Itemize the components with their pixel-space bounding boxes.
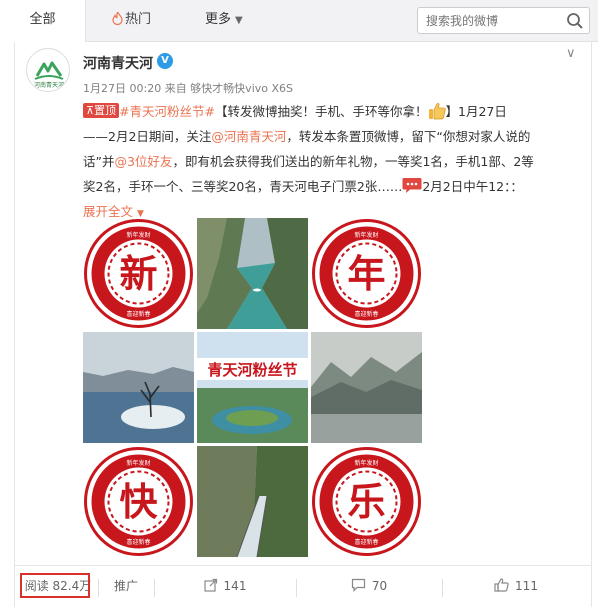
mention-link[interactable]: @河南青天河 xyxy=(211,129,286,144)
post-text-segment: ，即有机会获得我们送出的新年礼物，一等奖1名，手机1部、2等 xyxy=(172,154,534,169)
post-line-4: 奖2名，手环一个、三等奖20名，青天河电子门票2张…… 2月2日中午12：： xyxy=(83,174,583,199)
post-text-segment: ，转发本条置顶微博，留下“你想对家人说的 xyxy=(286,129,531,144)
photo-papercut-xin[interactable]: 新年发财 喜迎新春 新 xyxy=(83,218,194,329)
banner-text: 青天河粉丝节 xyxy=(207,361,297,379)
expand-label: 展开全文 xyxy=(83,204,134,219)
post-text-segment: 】1月27日 xyxy=(445,104,507,119)
papercut-bottom-text: 喜迎新春 xyxy=(354,310,378,318)
repost-button[interactable]: 141 xyxy=(154,566,296,607)
photo-grid: 新年发财 喜迎新春 新 新年发财 喜迎新春 年 青天河粉丝节 新年发财 喜迎新春… xyxy=(83,218,422,557)
papercut-character: 新 xyxy=(119,252,157,296)
papercut-top-text: 新年发财 xyxy=(354,231,378,239)
post-text: ⊼置顶 #青天河粉丝节#【转发微博抽奖！手机、手环等你拿！ 】1月27日 ——2月2… xyxy=(83,99,583,227)
post-action-bar: 阅读 82.4万 推广 141 70 111 xyxy=(14,565,592,607)
papercut-bottom-text: 喜迎新春 xyxy=(126,310,150,318)
post-line-2: ——2月2日期间，关注@河南青天河，转发本条置顶微博，留下“你想对家人说的 xyxy=(83,124,583,149)
thumbs-up-outline-icon xyxy=(494,578,509,592)
pinned-badge: ⊼置顶 xyxy=(83,103,120,118)
post-text-segment: 【转发微博抽奖！手机、手环等你拿！ xyxy=(215,104,428,119)
mention-link[interactable]: @3位好友 xyxy=(114,154,172,169)
post-text-segment: 奖2名，手环一个、三等奖20名，青天河电子门票2张…… xyxy=(83,179,403,194)
photo-canyon-river[interactable] xyxy=(197,218,308,329)
comment-count: 70 xyxy=(371,579,388,593)
repost-count: 141 xyxy=(223,579,247,593)
like-count: 111 xyxy=(515,579,538,593)
verified-icon: V xyxy=(157,53,173,69)
read-count-highlight-box xyxy=(20,573,90,598)
papercut-bottom-text: 喜迎新春 xyxy=(126,538,150,546)
comment-icon xyxy=(351,578,365,592)
papercut-character: 快 xyxy=(119,480,158,524)
tab-hot-label: 热门 xyxy=(125,12,152,27)
post-menu-chevron-icon[interactable]: ∨ xyxy=(566,46,576,61)
papercut-character: 乐 xyxy=(347,480,385,524)
post-text-segment: 话”并 xyxy=(83,154,115,169)
comment-button[interactable]: 70 xyxy=(296,566,442,607)
tab-hot[interactable]: 热门 xyxy=(112,0,151,41)
papercut-character: 年 xyxy=(347,252,385,296)
like-button[interactable]: 111 xyxy=(442,566,590,607)
photo-cliff-walkway[interactable] xyxy=(197,446,308,557)
tab-all[interactable]: 全部 xyxy=(0,0,86,42)
papercut-top-text: 新年发财 xyxy=(126,231,150,239)
post-text-segment: 2月2日中午12：： xyxy=(422,179,523,194)
tab-all-label: 全部 xyxy=(29,12,56,27)
logo-icon: 河南青天河 xyxy=(34,61,64,89)
promote-button[interactable]: 推广 xyxy=(98,566,154,607)
pinned-label: 置顶 xyxy=(94,104,117,117)
papercut-top-text: 新年发财 xyxy=(354,459,378,467)
chevron-down-icon: ▼ xyxy=(235,15,243,26)
papercut-bottom-text: 喜迎新春 xyxy=(354,538,378,546)
post-meta: 1月27日 00:20 来自 够快才畅快vivo X6S xyxy=(83,82,294,95)
topic-link[interactable]: #青天河粉丝节# xyxy=(119,104,215,119)
avatar-caption: 河南青天河 xyxy=(34,81,64,89)
search-icon[interactable] xyxy=(566,12,584,30)
post-line-1: ⊼置顶 #青天河粉丝节#【转发微博抽奖！手机、手环等你拿！ 】1月27日 xyxy=(83,99,583,124)
search-input[interactable] xyxy=(417,7,590,34)
photo-papercut-kuai[interactable]: 新年发财 喜迎新春 快 xyxy=(83,446,194,557)
author-name[interactable]: 河南青天河 xyxy=(83,53,153,73)
photo-papercut-le[interactable]: 新年发财 喜迎新春 乐 xyxy=(311,446,422,557)
flame-icon xyxy=(112,10,123,26)
post-text-segment: ——2月2日期间，关注 xyxy=(83,129,212,144)
post-line-3: 话”并@3位好友，即有机会获得我们送出的新年礼物，一等奖1名，手机1部、2等 xyxy=(83,149,583,174)
speech-bubble-icon xyxy=(402,178,422,193)
photo-papercut-nian[interactable]: 新年发财 喜迎新春 年 xyxy=(311,218,422,329)
tab-more[interactable]: 更多 ▼ xyxy=(205,0,243,41)
photo-banner-island[interactable]: 青天河粉丝节 xyxy=(197,332,308,443)
photo-misty-river[interactable] xyxy=(311,332,422,443)
feed-tab-bar: 全部 热门 更多 ▼ xyxy=(0,0,598,42)
avatar[interactable]: 河南青天河 xyxy=(26,48,70,92)
papercut-top-text: 新年发财 xyxy=(126,459,150,467)
repost-icon xyxy=(203,578,217,592)
thumbs-up-icon xyxy=(428,103,446,120)
tab-more-label: 更多 xyxy=(205,12,232,27)
photo-winter-tree[interactable] xyxy=(83,332,194,443)
